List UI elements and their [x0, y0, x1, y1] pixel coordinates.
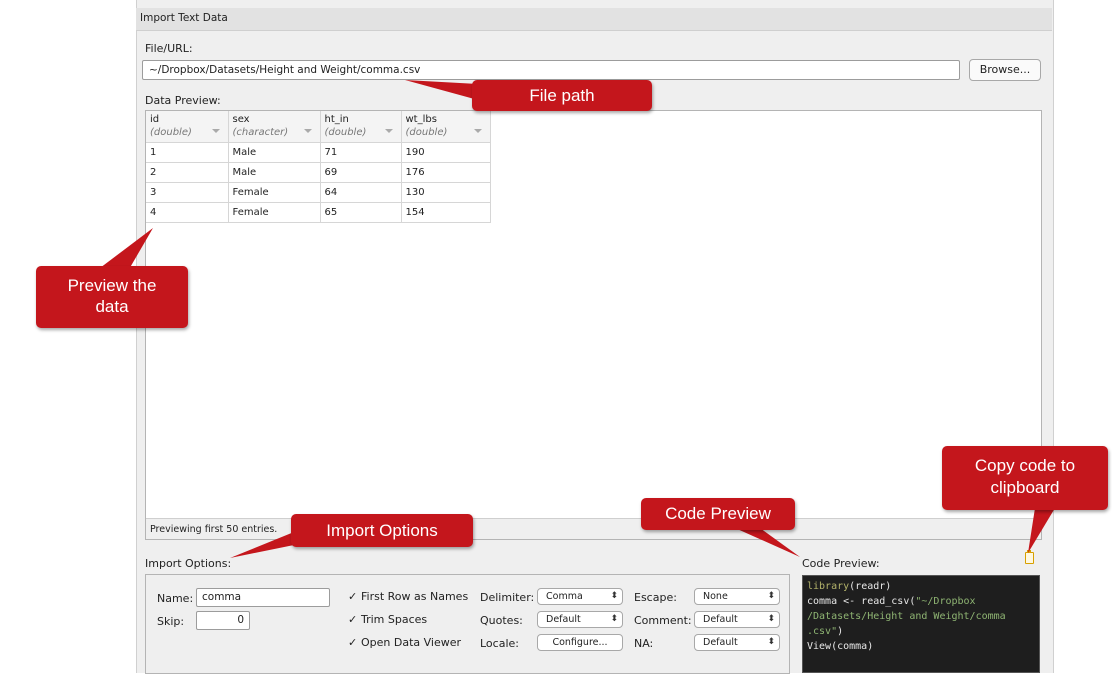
- callout-import-options: Import Options: [291, 514, 473, 547]
- callout-file-path: File path: [472, 80, 652, 111]
- file-path-pointer: [405, 80, 478, 100]
- import-options-pointer: [230, 532, 294, 558]
- code-preview-pointer: [735, 528, 800, 557]
- callout-copy-code: Copy code to clipboard: [942, 446, 1108, 510]
- copy-code-pointer: [1028, 508, 1055, 553]
- callout-preview-data: Preview the data: [36, 266, 188, 328]
- preview-data-pointer: [96, 228, 153, 271]
- callout-code-preview: Code Preview: [641, 498, 795, 530]
